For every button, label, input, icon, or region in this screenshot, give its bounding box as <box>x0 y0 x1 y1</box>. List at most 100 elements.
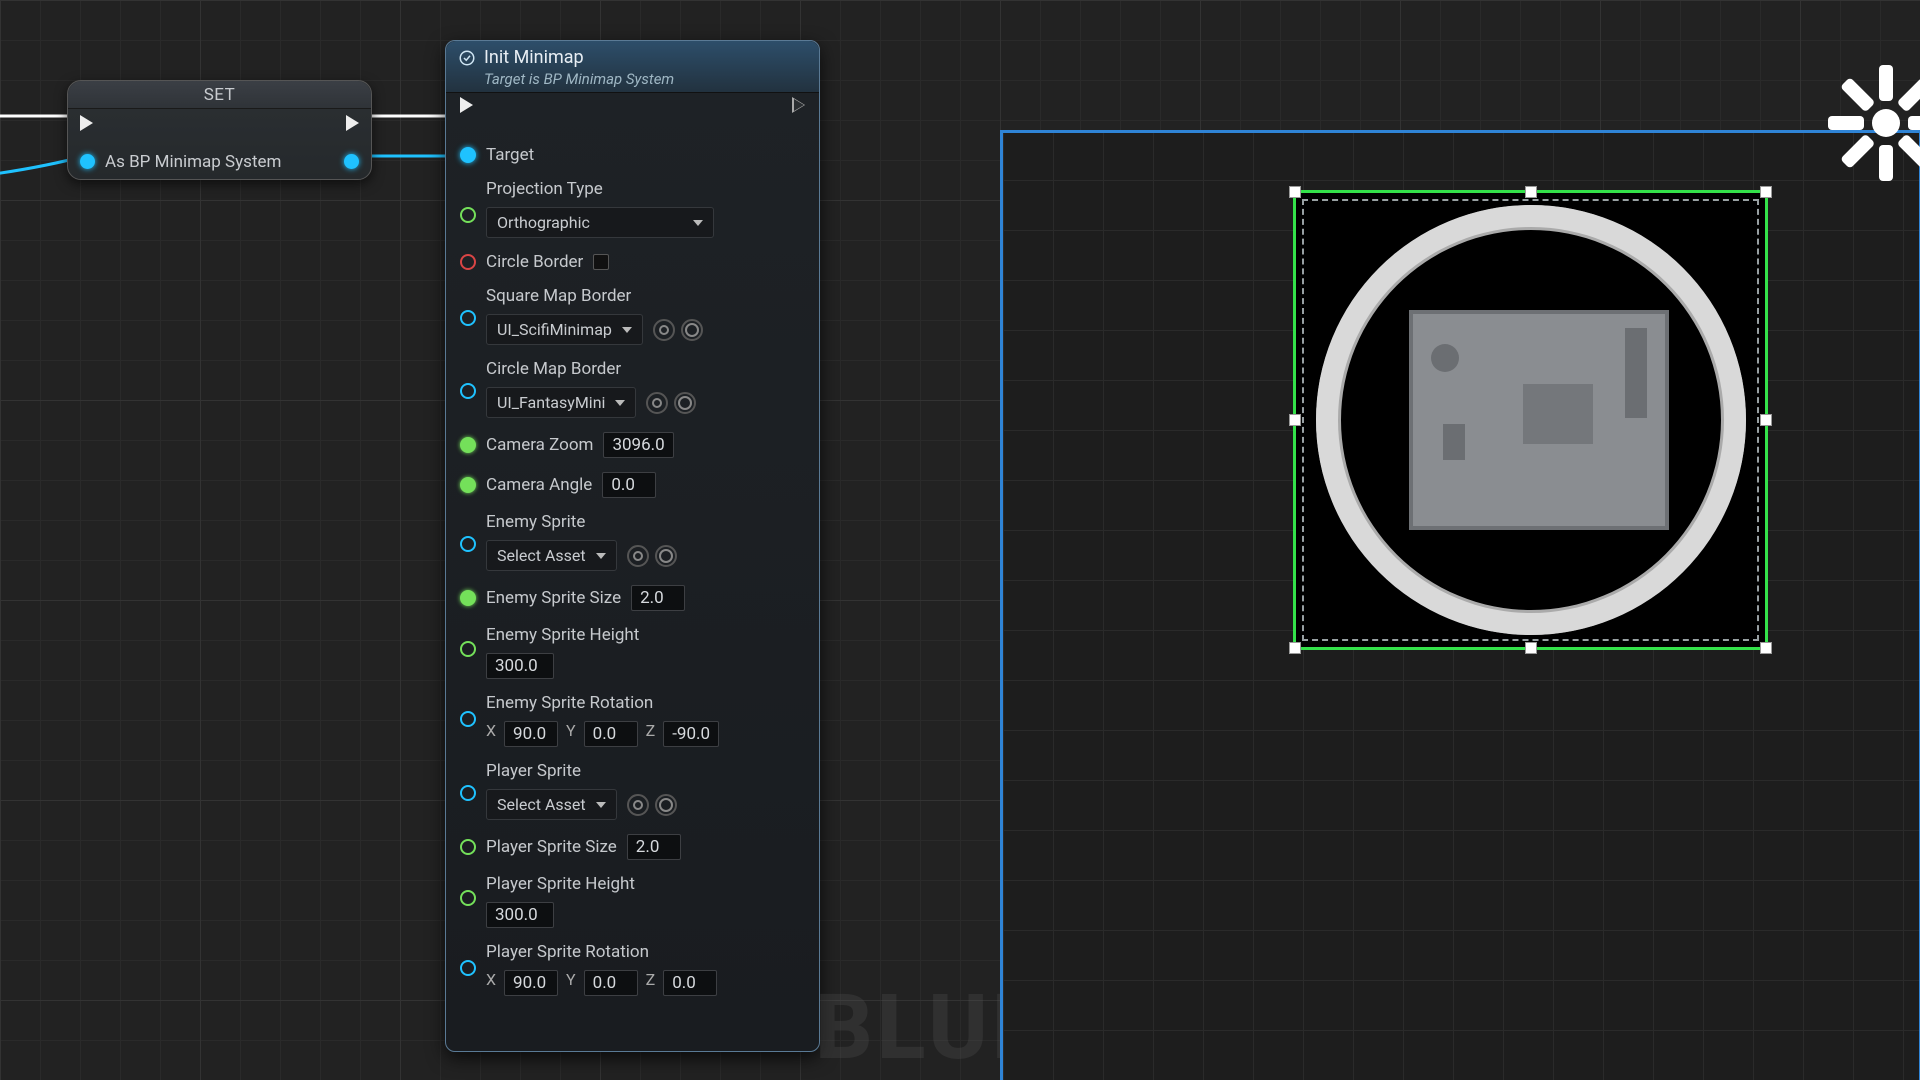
camera-angle-pin[interactable] <box>460 477 476 493</box>
target-label: Target <box>486 145 534 165</box>
chevron-down-icon <box>596 553 606 559</box>
enemy-sprite-rotation-pin[interactable] <box>460 711 476 727</box>
player-sprite-size-pin[interactable] <box>460 839 476 855</box>
camera-zoom-input[interactable]: 3096.0 <box>603 432 673 458</box>
node-init-minimap[interactable]: Init Minimap Target is BP Minimap System… <box>445 40 820 1052</box>
map-geometry <box>1523 384 1593 444</box>
minimap-capture-image <box>1409 310 1669 530</box>
resize-handle-nw[interactable] <box>1289 186 1301 198</box>
square-border-value: UI_ScifiMinimap <box>497 320 612 339</box>
projection-label: Projection Type <box>486 179 714 199</box>
camera-zoom-label: Camera Zoom <box>486 435 593 455</box>
node-title: Init Minimap <box>484 47 584 68</box>
projection-dropdown[interactable]: Orthographic <box>486 207 714 238</box>
axis-y-label: Y <box>566 970 576 996</box>
camera-zoom-pin[interactable] <box>460 437 476 453</box>
enemy-rot-z-input[interactable]: -90.0 <box>663 721 719 747</box>
circle-map-border-pin[interactable] <box>460 383 476 399</box>
data-pin-out[interactable] <box>344 151 359 170</box>
node-header[interactable]: Init Minimap Target is BP Minimap System <box>446 41 819 93</box>
player-sprite-rotation-pin[interactable] <box>460 960 476 976</box>
param-enemy-sprite: Enemy Sprite Select Asset <box>460 512 805 571</box>
exec-pin-out[interactable] <box>792 97 805 117</box>
browse-asset-button[interactable] <box>627 794 649 816</box>
circle-border-checkbox[interactable] <box>593 254 609 270</box>
param-target: Target <box>460 145 805 165</box>
exec-pin-out[interactable] <box>346 115 359 135</box>
enemy-sprite-size-input[interactable]: 2.0 <box>631 585 685 611</box>
param-player-sprite-height: Player Sprite Height 300.0 <box>460 874 805 928</box>
player-rot-x-input[interactable]: 90.0 <box>504 970 558 996</box>
anchor-medallion-icon[interactable] <box>1826 63 1920 183</box>
circle-map-border-label: Circle Map Border <box>486 359 696 379</box>
param-camera-angle: Camera Angle 0.0 <box>460 472 805 498</box>
enemy-sprite-height-pin[interactable] <box>460 641 476 657</box>
function-icon <box>458 49 476 67</box>
param-square-map-border: Square Map Border UI_ScifiMinimap <box>460 286 805 345</box>
node-set-title: SET <box>68 81 371 109</box>
player-sprite-size-input[interactable]: 2.0 <box>627 834 681 860</box>
resize-handle-w[interactable] <box>1289 414 1301 426</box>
player-sprite-value: Select Asset <box>497 795 586 814</box>
chevron-down-icon <box>615 400 625 406</box>
enemy-rot-y-input[interactable]: 0.0 <box>584 721 638 747</box>
param-enemy-sprite-rotation: Enemy Sprite Rotation X 90.0 Y 0.0 Z -90… <box>460 693 805 747</box>
target-pin[interactable] <box>460 147 476 163</box>
circle-map-border-dropdown[interactable]: UI_FantasyMini <box>486 387 636 418</box>
player-sprite-dropdown[interactable]: Select Asset <box>486 789 617 820</box>
enemy-sprite-value: Select Asset <box>497 546 586 565</box>
exec-pin-in[interactable] <box>460 97 473 117</box>
enemy-sprite-dropdown[interactable]: Select Asset <box>486 540 617 571</box>
enemy-sprite-height-input[interactable]: 300.0 <box>486 653 554 679</box>
find-asset-button[interactable] <box>655 794 677 816</box>
param-player-sprite-rotation: Player Sprite Rotation X 90.0 Y 0.0 Z 0.… <box>460 942 805 996</box>
player-sprite-pin[interactable] <box>460 785 476 801</box>
enemy-sprite-size-pin[interactable] <box>460 590 476 606</box>
square-border-label: Square Map Border <box>486 286 703 306</box>
node-set[interactable]: SET As BP Minimap System <box>67 80 372 180</box>
browse-asset-button[interactable] <box>653 319 675 341</box>
axis-z-label: Z <box>646 970 656 996</box>
enemy-sprite-label: Enemy Sprite <box>486 512 677 532</box>
enemy-rot-x-input[interactable]: 90.0 <box>504 721 558 747</box>
umg-designer-canvas[interactable] <box>1000 130 1920 1080</box>
axis-x-label: X <box>486 970 496 996</box>
param-enemy-sprite-height: Enemy Sprite Height 300.0 <box>460 625 805 679</box>
find-asset-button[interactable] <box>674 392 696 414</box>
player-sprite-height-input[interactable]: 300.0 <box>486 902 554 928</box>
enemy-sprite-pin[interactable] <box>460 536 476 552</box>
browse-asset-button[interactable] <box>627 545 649 567</box>
resize-handle-s[interactable] <box>1525 642 1537 654</box>
node-subtitle: Target is BP Minimap System <box>484 70 807 88</box>
find-asset-button[interactable] <box>681 319 703 341</box>
chevron-down-icon <box>693 220 703 226</box>
map-geometry <box>1443 424 1465 460</box>
selected-widget-frame[interactable] <box>1293 190 1768 650</box>
param-circle-map-border: Circle Map Border UI_FantasyMini <box>460 359 805 418</box>
square-border-dropdown[interactable]: UI_ScifiMinimap <box>486 314 643 345</box>
player-rot-y-input[interactable]: 0.0 <box>584 970 638 996</box>
player-sprite-height-pin[interactable] <box>460 890 476 906</box>
resize-handle-e[interactable] <box>1760 414 1772 426</box>
chevron-down-icon <box>622 327 632 333</box>
circle-border-pin[interactable] <box>460 254 476 270</box>
resize-handle-se[interactable] <box>1760 642 1772 654</box>
square-border-pin[interactable] <box>460 310 476 326</box>
exec-pin-in[interactable] <box>80 115 93 135</box>
resize-handle-sw[interactable] <box>1289 642 1301 654</box>
resize-handle-ne[interactable] <box>1760 186 1772 198</box>
data-pin-in[interactable]: As BP Minimap System <box>80 151 281 172</box>
param-circle-border: Circle Border <box>460 252 805 272</box>
camera-angle-input[interactable]: 0.0 <box>602 472 656 498</box>
circle-border-label: Circle Border <box>486 252 583 272</box>
player-rot-z-input[interactable]: 0.0 <box>663 970 717 996</box>
projection-pin[interactable] <box>460 207 476 223</box>
enemy-sprite-size-label: Enemy Sprite Size <box>486 588 621 608</box>
axis-y-label: Y <box>566 721 576 747</box>
resize-handle-n[interactable] <box>1525 186 1537 198</box>
axis-z-label: Z <box>646 721 656 747</box>
find-asset-button[interactable] <box>655 545 677 567</box>
enemy-sprite-rotation-label: Enemy Sprite Rotation <box>486 693 719 713</box>
param-enemy-sprite-size: Enemy Sprite Size 2.0 <box>460 585 805 611</box>
browse-asset-button[interactable] <box>646 392 668 414</box>
